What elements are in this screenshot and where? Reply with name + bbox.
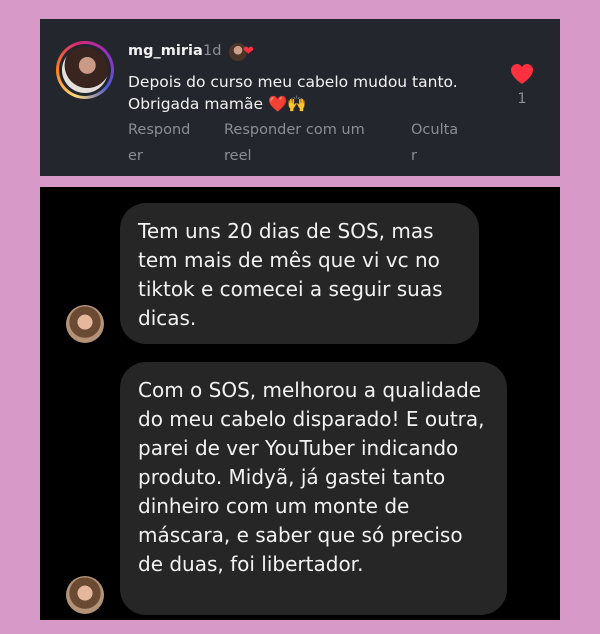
reply-with-reel-button[interactable]: Responder com um reel [224, 117, 365, 169]
author-liked-heart-icon: ❤ [243, 44, 254, 59]
hide-label-line1: Oculta [411, 122, 459, 138]
reply-label-line1: Respond [128, 122, 191, 138]
sender-avatar[interactable] [66, 305, 104, 343]
hide-button[interactable]: Oculta r [411, 117, 458, 169]
avatar[interactable] [62, 47, 108, 93]
message-bubble[interactable]: Com o SOS, melhorou a qualidade do meu c… [120, 362, 507, 615]
comment-time: 1d [203, 43, 222, 59]
hide-label-line2: r [411, 148, 417, 164]
reel-label-line2: reel [224, 148, 252, 164]
story-ring[interactable] [56, 41, 114, 99]
reply-label-line2: er [128, 148, 143, 164]
reply-button[interactable]: Respond er [128, 117, 190, 169]
comment-text: Depois do curso meu cabelo mudou tanto. … [128, 73, 458, 113]
chat-panel: Tem uns 20 dias de SOS, mas tem mais de … [40, 187, 560, 620]
message-text: Com o SOS, melhorou a qualidade do meu c… [138, 378, 485, 576]
heart-icon[interactable] [510, 63, 534, 85]
reel-label-line1: Responder com um [224, 122, 365, 138]
message-bubble[interactable]: Tem uns 20 dias de SOS, mas tem mais de … [120, 203, 479, 344]
comment-card: mg_miria 1d ❤ Depois do curso meu cabelo… [40, 19, 560, 176]
message-text: Tem uns 20 dias de SOS, mas tem mais de … [138, 219, 443, 330]
sender-avatar[interactable] [66, 576, 104, 614]
like-count: 1 [517, 91, 527, 107]
comment-username[interactable]: mg_miria [128, 43, 203, 59]
